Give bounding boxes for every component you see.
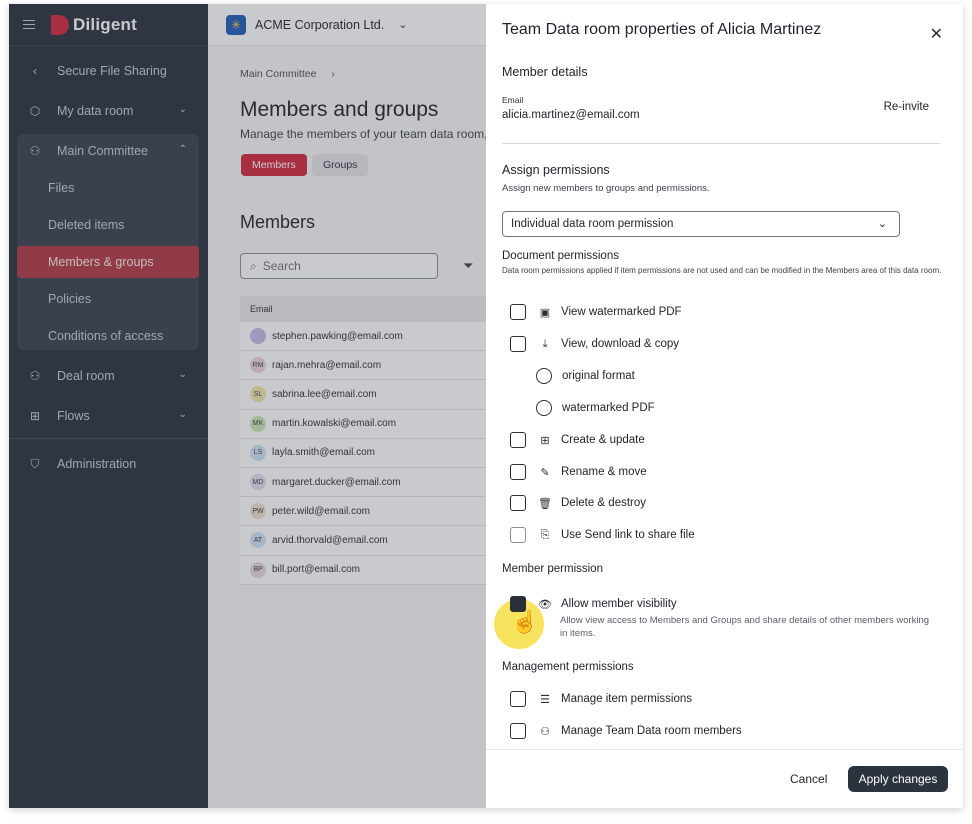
document-permissions-note: Data room permissions applied if item pe… — [502, 266, 942, 275]
perm-label: Create & update — [561, 434, 645, 446]
checkbox[interactable] — [510, 464, 526, 480]
checkbox[interactable] — [510, 432, 526, 448]
member-permission-heading: Member permission — [502, 563, 603, 575]
perm-manage-item-permissions[interactable]: ☰ Manage item permissions — [510, 690, 692, 708]
permission-select[interactable]: Individual data room permission ⌄ — [502, 211, 900, 237]
perm-view-watermarked-pdf[interactable]: ▣ View watermarked PDF — [510, 303, 682, 321]
perm-create-update[interactable]: ⊞ Create & update — [510, 431, 645, 449]
checkbox[interactable] — [510, 527, 526, 543]
member-visibility-note: Allow view access to Members and Groups … — [560, 615, 930, 639]
permission-select-value: Individual data room permission — [511, 218, 674, 230]
perm-view-download-copy[interactable]: ⤓ View, download & copy — [510, 335, 679, 353]
download-icon: ⤓ — [542, 337, 548, 350]
perm-send-link[interactable]: ⎘ Use Send link to share file — [510, 526, 695, 544]
radio-original-format[interactable]: original format — [536, 367, 635, 385]
radio-label: original format — [562, 370, 635, 382]
watermark-icon: ▣ — [539, 306, 551, 319]
checkbox[interactable] — [510, 723, 526, 739]
document-permissions-heading: Document permissions — [502, 250, 619, 262]
apply-changes-button[interactable]: Apply changes — [848, 766, 948, 792]
perm-label: Allow member visibility — [561, 598, 677, 610]
checkbox[interactable] — [510, 495, 526, 511]
cancel-button[interactable]: Cancel — [790, 772, 827, 786]
divider — [502, 143, 940, 144]
radio-watermarked-pdf[interactable]: watermarked PDF — [536, 399, 655, 417]
reinvite-button[interactable]: Re-invite — [884, 101, 929, 113]
perm-rename-move[interactable]: ✎ Rename & move — [510, 463, 647, 481]
email-label: Email — [502, 95, 524, 105]
perm-label: Manage item permissions — [561, 693, 693, 705]
checkbox[interactable] — [510, 691, 526, 707]
close-icon[interactable]: ✕ — [930, 24, 943, 44]
perm-label: Rename & move — [561, 466, 647, 478]
checkbox[interactable] — [510, 304, 526, 320]
pencil-icon: ✎ — [540, 466, 550, 479]
perm-label: View, download & copy — [561, 338, 680, 350]
assign-permissions-heading: Assign permissions — [502, 163, 610, 177]
perm-label: Delete & destroy — [561, 497, 647, 509]
perm-delete-destroy[interactable]: 🗑 Delete & destroy — [510, 494, 646, 512]
perm-manage-team-members[interactable]: ⚇ Manage Team Data room members — [510, 722, 742, 740]
management-permissions-heading: Management permissions — [502, 661, 634, 673]
checkbox[interactable] — [510, 336, 526, 352]
file-plus-icon: ⊞ — [540, 434, 550, 447]
trash-icon: 🗑 — [538, 497, 552, 510]
list-settings-icon: ☰ — [540, 693, 550, 706]
people-icon: ⚇ — [540, 725, 550, 738]
properties-panel: Team Data room properties of Alicia Mart… — [486, 4, 963, 808]
hand-pointer-icon: ☝ — [511, 609, 539, 634]
app-frame: Diligent ‹ Secure File Sharing ⬡ My data… — [9, 4, 963, 808]
member-email: alicia.martinez@email.com — [502, 109, 640, 121]
chevron-down-icon: ⌄ — [877, 218, 887, 230]
panel-title: Team Data room properties of Alicia Mart… — [502, 21, 822, 38]
radio-button[interactable] — [536, 368, 552, 384]
eye-icon: 👁 — [538, 598, 552, 611]
perm-label: Manage Team Data room members — [561, 725, 742, 737]
perm-label: View watermarked PDF — [561, 306, 682, 318]
radio-button[interactable] — [536, 400, 552, 416]
assign-permissions-note: Assign new members to groups and permiss… — [502, 183, 710, 194]
perm-label: Use Send link to share file — [561, 529, 695, 541]
member-details-heading: Member details — [502, 65, 588, 79]
file-link-icon: ⎘ — [540, 528, 550, 541]
radio-label: watermarked PDF — [562, 402, 655, 414]
